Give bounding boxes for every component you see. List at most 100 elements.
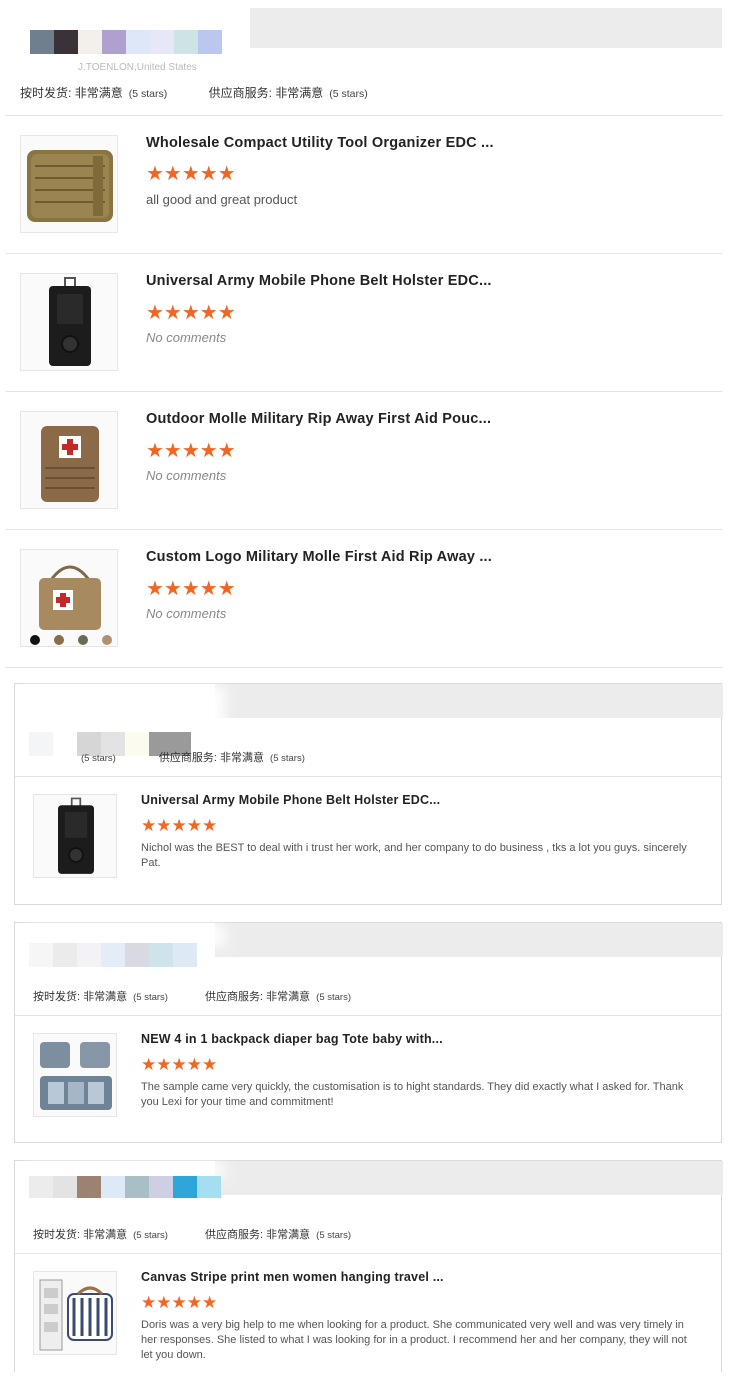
card-header-bar [215, 923, 723, 957]
product-image-first-aid-pouch[interactable] [20, 411, 118, 509]
swatch [198, 30, 222, 54]
supplier-value: 非常满意 [275, 86, 324, 100]
swatch [149, 1176, 173, 1198]
supplier-stars: (5 stars) [329, 88, 368, 100]
product-title[interactable]: Universal Army Mobile Phone Belt Holster… [146, 273, 492, 289]
supplier-ratings: (5 stars) 供应商服务: 非常满意 (5 stars) [75, 749, 343, 765]
review-card: 按时发货: 非常满意 (5 stars) 供应商服务: 非常满意 (5 stars)… [14, 1160, 723, 1372]
supplier-stars: (5 stars) [316, 1230, 351, 1241]
shipping-stars: (5 stars) [133, 992, 168, 1003]
product-image-first-aid-bag-handles[interactable] [20, 549, 118, 647]
supplier-ratings: 按时发货: 非常满意 (5 stars) 供应商服务: 非常满意 (5 stars) [20, 84, 406, 101]
blurred-buyer-name [25, 686, 225, 732]
review-comment: Doris was a very big help to me when loo… [141, 1319, 687, 1361]
shipping-stars: (5 stars) [133, 1230, 168, 1241]
rating-stars: ★★★★★ [141, 1055, 218, 1074]
buyer-avatar-swatches [29, 1176, 221, 1198]
supplier-value: 非常满意 [266, 991, 311, 1003]
swatch [6, 30, 30, 54]
supplier-ratings: 按时发货: 非常满意 (5 stars) 供应商服务: 非常满意 (5 stars) [33, 1226, 389, 1242]
review-comment: The sample came very quickly, the custom… [141, 1081, 684, 1108]
product-image-diaper-bag-set[interactable] [33, 1033, 117, 1117]
swatch [174, 30, 198, 54]
swatch [101, 943, 125, 967]
swatch [78, 30, 102, 54]
swatch [125, 1176, 149, 1198]
swatch [173, 943, 197, 967]
product-title[interactable]: Universal Army Mobile Phone Belt Holster… [141, 793, 440, 807]
divider [6, 115, 722, 116]
divider [6, 253, 722, 254]
product-title[interactable]: NEW 4 in 1 backpack diaper bag Tote baby… [141, 1032, 443, 1046]
buyer-location: J.TOENLON,United States [78, 62, 197, 73]
review-card: 按时发货: 非常满意 (5 stars) 供应商服务: 非常满意 (5 stars)… [14, 922, 723, 1143]
supplier-label: 供应商服务: [205, 991, 264, 1003]
supplier-label: 供应商服务: [208, 86, 272, 100]
review-card: (5 stars) 供应商服务: 非常满意 (5 stars) Universal… [14, 683, 723, 905]
review-comment: Nichol was the BEST to deal with i trust… [141, 842, 687, 869]
supplier-label: 供应商服务: [158, 752, 217, 764]
shipping-stars: (5 stars) [81, 753, 116, 764]
swatch [102, 30, 126, 54]
review-comment: No comments [146, 468, 227, 483]
swatch [197, 1176, 221, 1198]
swatch [29, 1176, 53, 1198]
swatch [53, 943, 77, 967]
swatch [53, 1176, 77, 1198]
supplier-value: 非常满意 [266, 1229, 311, 1241]
review-comment: No comments [146, 330, 227, 345]
divider [6, 391, 722, 392]
product-image-black-phone-holster[interactable] [33, 794, 117, 878]
buyer-avatar-swatches [29, 943, 197, 967]
product-title[interactable]: Canvas Stripe print men women hanging tr… [141, 1270, 444, 1284]
swatch [77, 943, 101, 967]
rating-stars: ★★★★★ [146, 302, 236, 324]
divider [15, 776, 721, 777]
supplier-stars: (5 stars) [270, 753, 305, 764]
rating-stars: ★★★★★ [146, 440, 236, 462]
swatch [54, 30, 78, 54]
swatch [150, 30, 174, 54]
swatch [101, 1176, 125, 1198]
supplier-value: 非常满意 [220, 752, 265, 764]
rating-stars: ★★★★★ [141, 816, 218, 835]
blurred-buyer-name [25, 1163, 225, 1177]
product-title[interactable]: Outdoor Molle Military Rip Away First Ai… [146, 411, 491, 427]
rating-stars: ★★★★★ [146, 163, 236, 185]
rating-stars: ★★★★★ [141, 1293, 218, 1312]
swatch [30, 30, 54, 54]
swatch [125, 943, 149, 967]
product-image-striped-toiletry-bag[interactable] [33, 1271, 117, 1355]
swatch [126, 30, 150, 54]
card-header-bar [215, 1161, 723, 1195]
swatch [173, 1176, 197, 1198]
buyer-avatar-swatches [6, 30, 222, 54]
shipping-value: 非常满意 [83, 991, 128, 1003]
product-title[interactable]: Custom Logo Military Molle First Aid Rip… [146, 549, 492, 565]
swatch [149, 943, 173, 967]
product-title[interactable]: Wholesale Compact Utility Tool Organizer… [146, 135, 494, 151]
swatch [53, 732, 77, 756]
review-comment: No comments [146, 606, 227, 621]
supplier-ratings: 按时发货: 非常满意 (5 stars) 供应商服务: 非常满意 (5 stars) [33, 988, 389, 1004]
product-image-black-phone-holster[interactable] [20, 273, 118, 371]
top-header-bar [250, 8, 722, 48]
shipping-value: 非常满意 [83, 1229, 128, 1241]
card-header-bar [215, 684, 723, 718]
shipping-label: 按时发货: [33, 1229, 81, 1241]
swatch [77, 1176, 101, 1198]
divider [15, 1253, 721, 1254]
swatch [29, 732, 53, 756]
rating-stars: ★★★★★ [146, 578, 236, 600]
review-comment: all good and great product [146, 192, 298, 207]
shipping-label: 按时发货: [20, 86, 72, 100]
shipping-label: 按时发货: [33, 991, 81, 1003]
supplier-label: 供应商服务: [205, 1229, 264, 1241]
shipping-value: 非常满意 [74, 86, 123, 100]
divider [6, 529, 722, 530]
product-image-tan-molle-pouch[interactable] [20, 135, 118, 233]
shipping-stars: (5 stars) [128, 88, 168, 100]
divider [6, 667, 722, 668]
supplier-stars: (5 stars) [316, 992, 351, 1003]
divider [15, 1015, 721, 1016]
